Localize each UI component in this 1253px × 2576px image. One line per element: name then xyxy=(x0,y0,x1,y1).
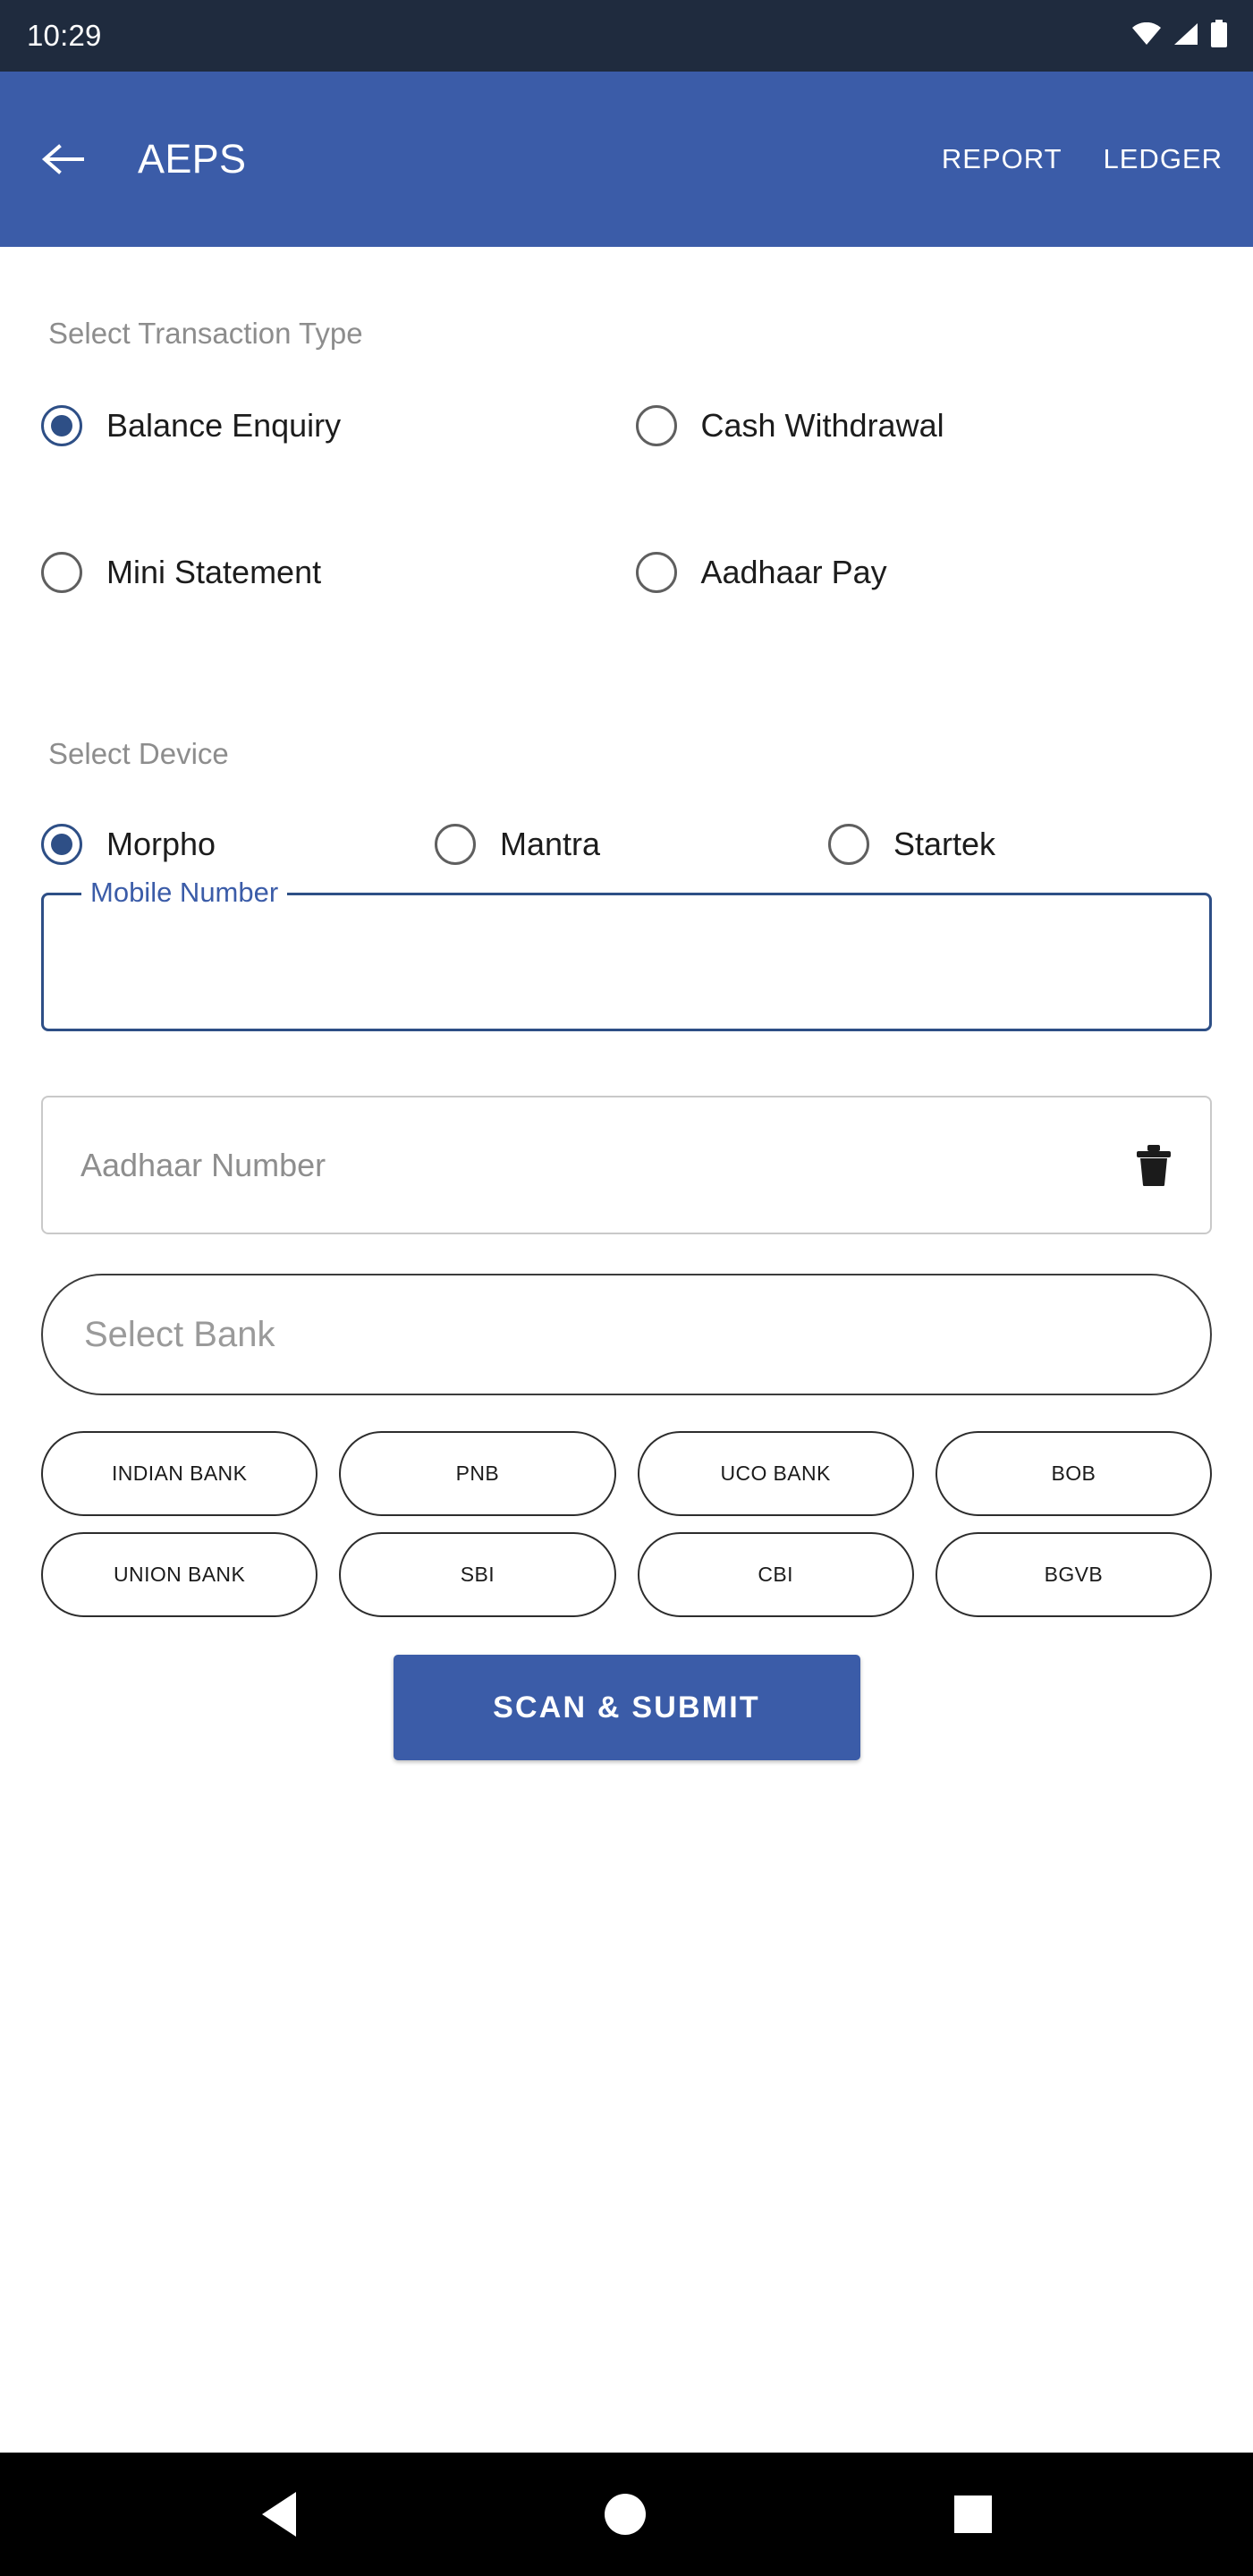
bank-chip[interactable]: BGVB xyxy=(935,1532,1212,1617)
radio-indicator[interactable] xyxy=(828,824,869,865)
transaction-type-label: Select Transaction Type xyxy=(48,317,363,350)
submit-row: SCAN & SUBMIT xyxy=(41,1655,1212,1760)
radio-mini-statement[interactable]: Mini Statement xyxy=(41,531,627,614)
radio-cash-withdrawal[interactable]: Cash Withdrawal xyxy=(627,385,1213,467)
status-icons xyxy=(1131,19,1228,53)
home-circle-icon[interactable] xyxy=(604,2494,646,2535)
mobile-number-input[interactable] xyxy=(44,895,1209,1029)
recents-square-icon[interactable] xyxy=(953,2496,992,2533)
radio-startek[interactable]: Startek xyxy=(828,803,1212,886)
radio-aadhaar-pay[interactable]: Aadhaar Pay xyxy=(627,531,1213,614)
aadhaar-number-field[interactable]: Aadhaar Number xyxy=(41,1096,1212,1234)
radio-label: Cash Withdrawal xyxy=(700,407,944,444)
radio-indicator[interactable] xyxy=(435,824,476,865)
bank-chip[interactable]: UCO BANK xyxy=(637,1431,914,1516)
select-bank-placeholder: Select Bank xyxy=(84,1314,275,1354)
back-triangle-icon[interactable] xyxy=(261,2492,296,2537)
report-button[interactable]: REPORT xyxy=(942,143,1063,175)
mobile-number-field[interactable]: Mobile Number xyxy=(41,877,1212,1031)
bank-chip[interactable]: BOB xyxy=(935,1431,1212,1516)
cellular-signal-icon xyxy=(1173,22,1199,50)
ledger-button[interactable]: LEDGER xyxy=(1104,143,1223,175)
trash-icon xyxy=(1137,1144,1171,1186)
device-label: Select Device xyxy=(48,737,229,770)
bank-chip-list: INDIAN BANK PNB UCO BANK BOB UNION BANK … xyxy=(41,1431,1212,1617)
bank-chip[interactable]: UNION BANK xyxy=(41,1532,318,1617)
radio-mantra[interactable]: Mantra xyxy=(435,803,828,886)
radio-label: Startek xyxy=(893,826,996,862)
app-bar: AEPS REPORT LEDGER xyxy=(0,72,1253,247)
status-bar: 10:29 xyxy=(0,0,1253,72)
scan-and-submit-button[interactable]: SCAN & SUBMIT xyxy=(393,1655,860,1760)
arrow-left-icon xyxy=(41,144,84,174)
clear-aadhaar-button[interactable] xyxy=(1135,1144,1173,1187)
bank-chip[interactable]: SBI xyxy=(339,1532,616,1617)
radio-indicator[interactable] xyxy=(41,824,82,865)
radio-indicator[interactable] xyxy=(41,405,82,446)
radio-balance-enquiry[interactable]: Balance Enquiry xyxy=(41,385,627,467)
transaction-type-group: Balance Enquiry Cash Withdrawal Mini Sta… xyxy=(41,385,1212,678)
radio-label: Aadhaar Pay xyxy=(700,554,887,590)
radio-label: Balance Enquiry xyxy=(106,407,342,444)
radio-label: Mini Statement xyxy=(106,554,322,590)
android-nav-bar xyxy=(0,2453,1253,2576)
radio-indicator[interactable] xyxy=(41,552,82,593)
wifi-icon xyxy=(1131,21,1162,50)
app-bar-actions: REPORT LEDGER xyxy=(942,143,1223,175)
bank-chip[interactable]: CBI xyxy=(637,1532,914,1617)
bank-chip[interactable]: INDIAN BANK xyxy=(41,1431,318,1516)
page-title: AEPS xyxy=(138,136,247,182)
radio-indicator[interactable] xyxy=(635,552,677,593)
radio-label: Mantra xyxy=(500,826,601,862)
radio-morpho[interactable]: Morpho xyxy=(41,803,435,886)
aeps-screen: 10:29 AEPS REPORT LEDGER Select Transact… xyxy=(0,0,1253,2576)
select-bank-field[interactable]: Select Bank xyxy=(41,1274,1212,1395)
back-button[interactable] xyxy=(36,131,93,188)
radio-label: Morpho xyxy=(106,826,216,862)
battery-icon xyxy=(1210,19,1228,53)
device-group: Morpho Mantra Startek xyxy=(41,803,1212,886)
bank-chip[interactable]: PNB xyxy=(339,1431,616,1516)
aadhaar-number-placeholder: Aadhaar Number xyxy=(80,1146,326,1183)
form-content: Select Transaction Type Balance Enquiry … xyxy=(0,317,1253,1760)
radio-indicator[interactable] xyxy=(635,405,677,446)
status-time: 10:29 xyxy=(27,19,102,52)
